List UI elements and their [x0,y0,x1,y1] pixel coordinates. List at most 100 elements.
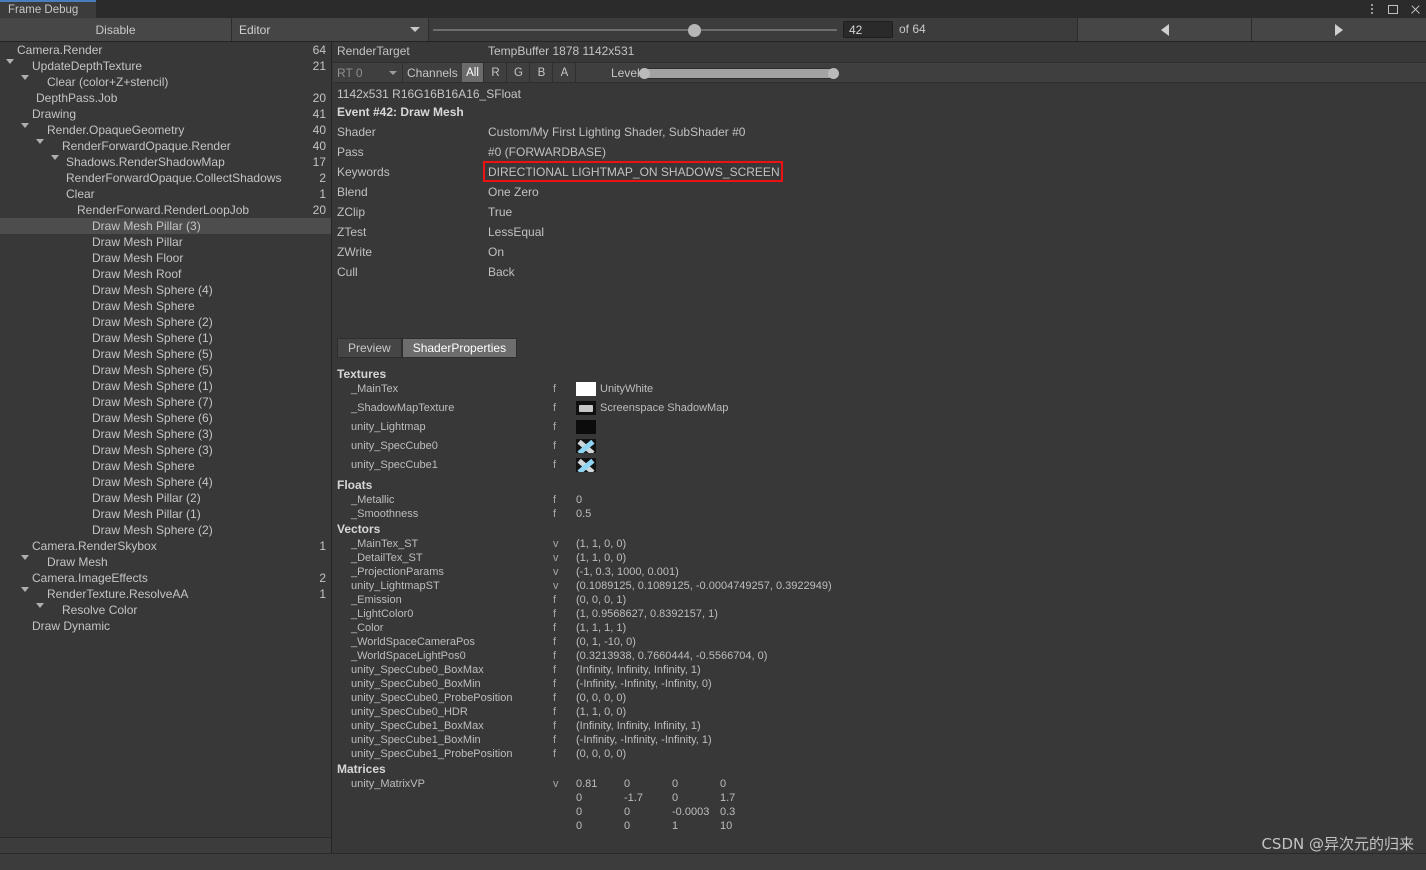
tree-row[interactable]: Draw Mesh Sphere (5) [0,346,331,362]
tree-row[interactable]: Draw Mesh Sphere (2) [0,522,331,538]
tree-row[interactable]: Draw Mesh Floor [0,250,331,266]
tree-row[interactable]: RenderForwardOpaque.Render 40 [0,138,331,160]
tree-footer [0,837,331,854]
channel-button-r[interactable]: R [485,63,507,82]
close-icon[interactable] [1410,3,1422,15]
event-property-row: Cull Back [333,262,1426,282]
tree-row[interactable]: Camera.RenderSkybox 1 [0,538,331,560]
tree-row-label: Drawing [32,107,77,121]
tree-row-content: RenderForward.RenderLoopJob [66,202,249,224]
tree-row[interactable]: Draw Mesh Sphere (2) [0,314,331,330]
shader-property-row: unity_Lightmap f [333,420,1426,439]
tree-row[interactable]: Draw Dynamic [0,618,331,634]
shader-property-name: _ShadowMapTexture [351,402,455,414]
tree-row-label: Camera.RenderSkybox [32,539,157,553]
texture-name: UnityWhite [600,383,654,395]
tree-row[interactable]: Resolve Color [0,602,331,618]
tree-row[interactable]: Draw Mesh Sphere (3) [0,426,331,442]
shader-property-value: (1, 1, 0, 0) [576,538,627,550]
tree-row[interactable]: Clear 1 [0,186,331,202]
texture-thumbnail[interactable] [576,439,596,453]
tree-row[interactable]: Draw Mesh Sphere (6) [0,410,331,426]
target-dropdown[interactable]: Editor [232,18,429,41]
tree-row[interactable]: Draw Mesh Pillar (2) [0,490,331,506]
tree-row[interactable]: RenderForwardOpaque.CollectShadows 2 [0,170,331,186]
previous-event-button[interactable] [1077,18,1251,41]
tree-row[interactable]: Draw Mesh Roof [0,266,331,282]
event-tree[interactable]: Camera.Render 64 UpdateDepthTexture 21 Clear… [0,42,332,854]
tree-row-count: 1 [319,187,326,201]
shader-property-type: f [553,664,557,676]
texture-thumbnail[interactable] [576,382,596,396]
tree-row[interactable]: RenderForward.RenderLoopJob 20 [0,202,331,224]
next-event-button[interactable] [1251,18,1426,41]
channel-button-b[interactable]: B [531,63,553,82]
matrix-cell: 0.3 [720,806,736,818]
tree-row[interactable]: Draw Mesh Pillar (1) [0,506,331,522]
tree-row-label: Draw Mesh Sphere (7) [92,395,213,409]
matrix-cell: 0 [576,792,583,804]
texture-name: Screenspace ShadowMap [600,402,729,414]
tree-row[interactable]: Draw Mesh Sphere (3) [0,442,331,458]
tree-row[interactable]: DepthPass.Job 20 [0,90,331,106]
tree-row-content: Draw Mesh Floor [81,250,183,266]
tree-row-label: Draw Mesh Roof [92,267,182,281]
tree-row[interactable]: Draw Mesh Pillar [0,234,331,250]
shader-property-value: (1, 1, 1, 1) [576,622,627,634]
frame-slider-handle[interactable] [688,24,701,37]
tree-row-content: Draw Mesh Sphere (3) [81,426,213,442]
shader-property-row: unity_SpecCube1_BoxMax f (Infinity, Infini… [333,719,1426,733]
tree-row[interactable]: Camera.ImageEffects 2 [0,570,331,592]
tree-row[interactable]: Render.OpaqueGeometry 40 [0,122,331,144]
shader-property-value: (-1, 0.3, 1000, 0.001) [576,566,679,578]
tree-row[interactable]: UpdateDepthTexture 21 [0,58,331,80]
tree-row[interactable]: Camera.Render 64 [0,42,331,64]
tree-row[interactable]: Draw Mesh Sphere (1) [0,330,331,346]
channel-button-a[interactable]: A [554,63,576,82]
texture-thumbnail[interactable] [576,401,596,415]
disable-button[interactable]: Disable [0,18,232,41]
tree-row[interactable]: Shadows.RenderShadowMap 17 [0,154,331,170]
rt-index-dropdown[interactable]: RT 0 [333,63,403,82]
frame-slider[interactable] [429,18,841,41]
tree-row[interactable]: Draw Mesh Sphere (7) [0,394,331,410]
tree-row-count: 1 [319,587,326,601]
tree-row[interactable]: Draw Mesh Pillar (3) [0,218,331,234]
tree-row[interactable]: Draw Mesh Sphere [0,458,331,474]
levels-slider[interactable] [639,68,839,79]
tree-row[interactable]: Clear (color+Z+stencil) [0,74,331,90]
channel-button-g[interactable]: G [508,63,530,82]
kebab-menu-icon[interactable] [1366,3,1378,15]
tree-row[interactable]: Drawing 41 [0,106,331,128]
tree-row-content: Drawing [21,106,77,128]
tree-row-count: 20 [312,91,326,105]
texture-thumbnail[interactable] [576,420,596,434]
levels-slider-min-handle[interactable] [639,68,650,79]
tab-preview[interactable]: Preview [337,338,402,358]
shader-property-value: (0, 1, -10, 0) [576,636,636,648]
maximize-icon[interactable] [1388,3,1400,15]
shader-property-row: unity_SpecCube0_BoxMax f (Infinity, Infini… [333,663,1426,677]
tab-shader-properties[interactable]: ShaderProperties [401,338,518,358]
tree-row[interactable]: Draw Mesh Sphere (5) [0,362,331,378]
frame-number-input[interactable]: 42 [843,21,893,38]
tree-row[interactable]: Draw Mesh [0,554,331,570]
texture-thumbnail[interactable] [576,458,596,472]
tab-frame-debug[interactable]: Frame Debug [0,0,96,18]
event-property-key: ZWrite [337,245,373,259]
tree-row-content: Draw Mesh Sphere (5) [81,346,213,362]
frame-slider-track [433,29,837,31]
tree-row-label: Draw Mesh Sphere (5) [92,347,213,361]
matrix-cell: 0 [672,778,679,790]
tree-row[interactable]: Draw Mesh Sphere (4) [0,282,331,298]
tree-row[interactable]: RenderTexture.ResolveAA 1 [0,586,331,608]
tree-row[interactable]: Draw Mesh Sphere (4) [0,474,331,490]
tree-row[interactable]: Draw Mesh Sphere (1) [0,378,331,394]
matrix-cell: 0 [576,820,583,832]
matrix-property-type: v [553,778,559,790]
tree-row-content: Camera.RenderSkybox [21,538,157,560]
channel-button-all[interactable]: All [462,63,484,82]
tree-row[interactable]: Draw Mesh Sphere [0,298,331,314]
shader-property-value: (0.1089125, 0.1089125, -0.0004749257, 0.… [576,580,832,592]
levels-slider-max-handle[interactable] [828,68,839,79]
